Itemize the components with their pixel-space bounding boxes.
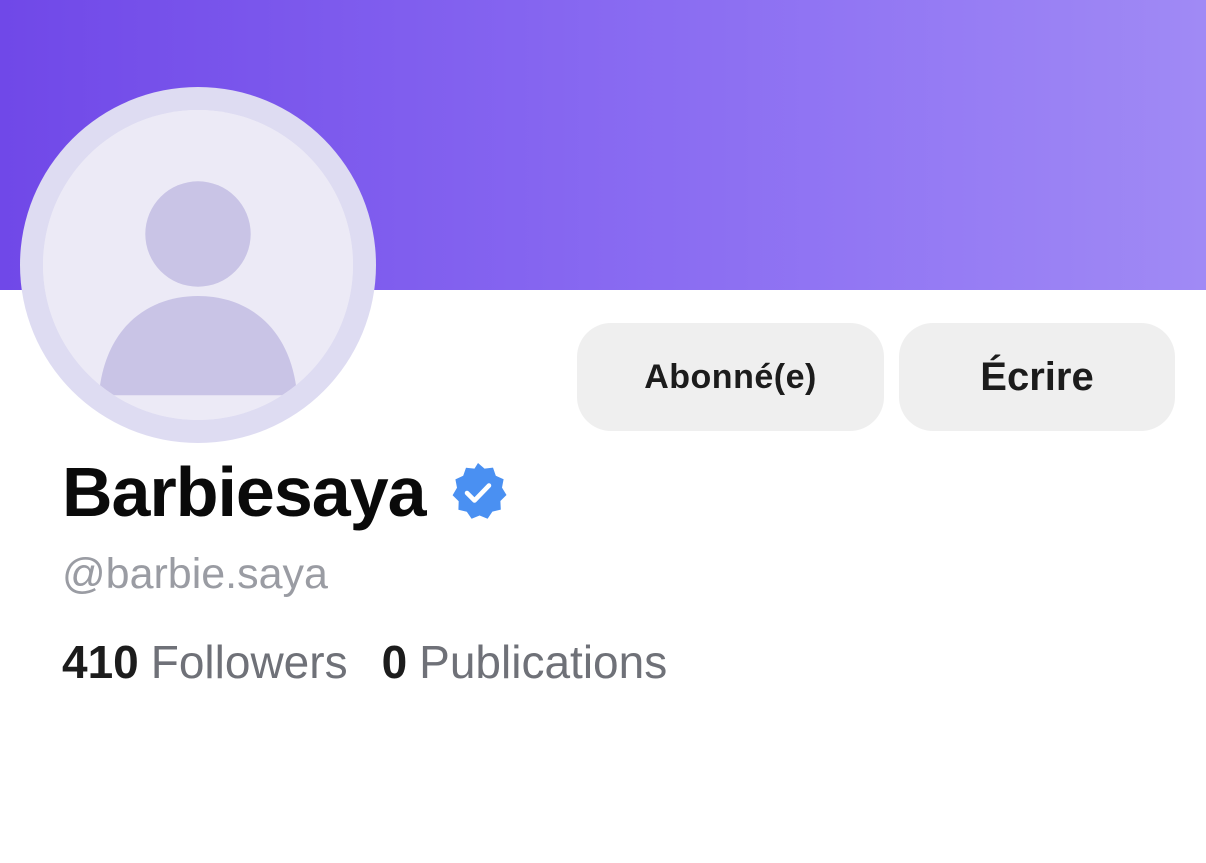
publications-stat[interactable]: 0 Publications <box>382 634 668 690</box>
username-handle: @barbie.saya <box>62 550 328 598</box>
followers-stat[interactable]: 410 Followers <box>62 634 348 690</box>
verified-badge-icon <box>452 463 507 519</box>
subscribed-button[interactable]: Abonné(e) <box>577 323 884 431</box>
publications-label: Publications <box>419 636 668 688</box>
profile-stats: 410 Followers 0 Publications <box>62 634 667 690</box>
write-message-button[interactable]: Écrire <box>899 323 1175 431</box>
avatar[interactable] <box>20 87 376 443</box>
display-name: Barbiesaya <box>62 453 427 531</box>
user-avatar-placeholder-icon <box>43 110 353 420</box>
avatar-image <box>43 110 353 420</box>
followers-count: 410 <box>62 636 139 688</box>
name-row: Barbiesaya <box>62 452 510 532</box>
publications-count: 0 <box>381 636 408 688</box>
followers-label: Followers <box>150 636 348 688</box>
